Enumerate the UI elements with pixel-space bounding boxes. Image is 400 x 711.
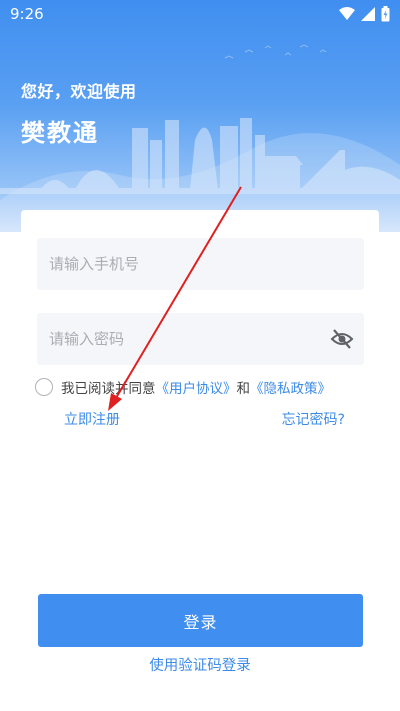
login-panel: 我已阅读并同意 《用户协议》 和 《隐私政策》 立即注册 忘记密码? 登录 使用… (21, 210, 379, 711)
wifi-icon (339, 7, 355, 20)
battery-icon (381, 6, 390, 22)
user-agreement-link[interactable]: 《用户协议》 (156, 377, 237, 397)
agree-checkbox[interactable] (35, 378, 53, 396)
phone-field (37, 238, 364, 290)
status-icons (339, 5, 390, 23)
agree-prefix: 我已阅读并同意 (61, 381, 156, 397)
password-field (37, 313, 364, 365)
password-input[interactable] (37, 313, 329, 365)
eye-off-icon[interactable] (330, 328, 354, 350)
register-link[interactable]: 立即注册 (64, 409, 120, 429)
privacy-policy-link[interactable]: 《隐私政策》 (250, 377, 331, 397)
header-banner: 9:26 您好，欢迎使用 樊教通 (0, 0, 400, 232)
greeting-text: 您好，欢迎使用 (21, 82, 137, 101)
phone-input[interactable] (37, 238, 329, 290)
agree-and: 和 (236, 381, 251, 397)
app-title: 樊教通 (21, 119, 99, 147)
agreement-row: 我已阅读并同意 《用户协议》 和 《隐私政策》 (35, 376, 331, 398)
status-bar: 9:26 (0, 0, 400, 28)
login-button[interactable]: 登录 (38, 594, 363, 647)
sms-login-link[interactable]: 使用验证码登录 (21, 654, 379, 675)
forgot-password-link[interactable]: 忘记密码? (282, 409, 345, 429)
signal-icon (361, 7, 375, 21)
status-time: 9:26 (10, 5, 44, 23)
